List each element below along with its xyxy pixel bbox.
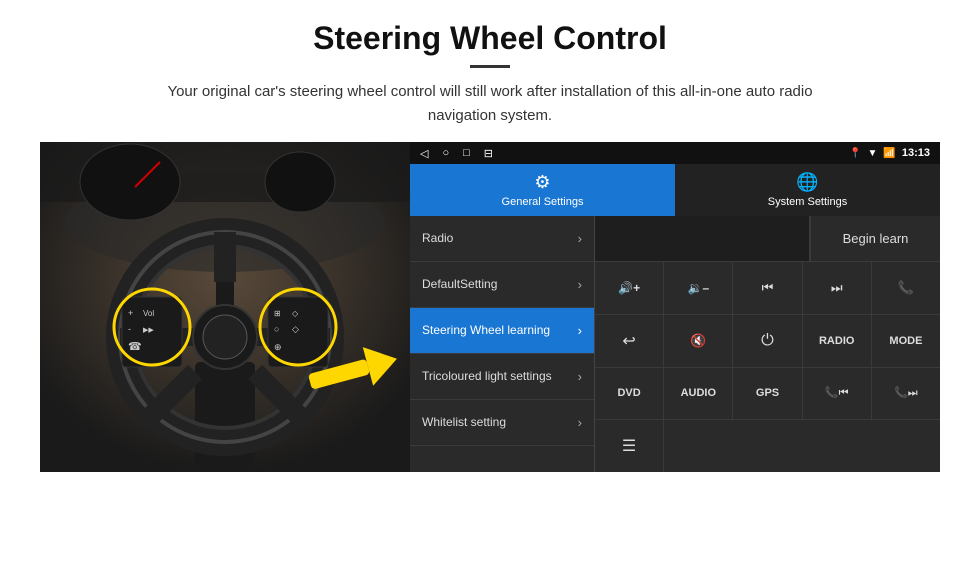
radio-mode-button[interactable]: RADIO — [803, 315, 872, 367]
radio-input-area — [595, 216, 810, 261]
tab-general-label: General Settings — [502, 196, 584, 208]
tel-prev-icon: 📞⏮ — [825, 386, 849, 400]
phone-icon: 📞 — [898, 280, 914, 296]
button-grid: 🔊+ 🔉– ⏮ ⏭ 📞 — [595, 262, 940, 472]
arrow-icon: › — [578, 231, 582, 246]
answer-button[interactable]: ↩ — [595, 315, 664, 367]
menu-item-steering[interactable]: Steering Wheel learning › — [410, 308, 594, 354]
svg-text:+: + — [128, 308, 133, 318]
vol-down-icon: 🔉– — [687, 281, 709, 295]
next-track-button[interactable]: ⏭ — [803, 262, 872, 314]
vol-up-button[interactable]: 🔊+ — [595, 262, 664, 314]
back-icon[interactable]: ◁ — [420, 147, 428, 160]
empty-4 — [871, 420, 940, 472]
arrow-icon: › — [578, 277, 582, 292]
arrow-icon: › — [578, 415, 582, 430]
vol-down-button[interactable]: 🔉– — [664, 262, 733, 314]
svg-text:Vol: Vol — [143, 309, 154, 318]
svg-text:◇: ◇ — [292, 309, 299, 318]
gps-label: GPS — [756, 387, 779, 399]
empty-1 — [664, 420, 733, 472]
mute-button[interactable]: 🔇 — [664, 315, 733, 367]
prev-track-icon: ⏮ — [762, 280, 774, 296]
tel-next-button[interactable]: 📞⏭ — [872, 368, 940, 420]
audio-label: AUDIO — [681, 387, 716, 399]
menu-icon[interactable]: ⊟ — [484, 147, 493, 160]
svg-text:⊞: ⊞ — [274, 309, 281, 318]
head-unit: ◁ ○ □ ⊟ 📍 ▼ 📶 13:13 ⚙ General Settings — [410, 142, 940, 472]
page-title: Steering Wheel Control — [40, 20, 940, 57]
answer-icon: ↩ — [622, 331, 635, 351]
wifi-icon: 📶 — [883, 148, 895, 159]
audio-button[interactable]: AUDIO — [664, 368, 733, 420]
menu-content: Radio › DefaultSetting › Steering Wheel … — [410, 216, 940, 472]
gps-button[interactable]: GPS — [733, 368, 802, 420]
tab-general[interactable]: ⚙ General Settings — [410, 164, 675, 216]
tab-system[interactable]: 🌐 System Settings — [675, 164, 940, 216]
signal-icon: ▼ — [868, 148, 878, 159]
location-icon: 📍 — [849, 148, 861, 159]
arrow-icon: › — [578, 369, 582, 384]
svg-text:▶▶: ▶▶ — [143, 327, 154, 334]
menu-list: Radio › DefaultSetting › Steering Wheel … — [410, 216, 595, 472]
begin-learn-button[interactable]: Begin learn — [810, 216, 940, 261]
power-icon: ⏻ — [761, 332, 774, 350]
globe-icon: 🌐 — [796, 172, 818, 193]
power-button[interactable]: ⏻ — [733, 315, 802, 367]
dvd-label: DVD — [617, 387, 640, 399]
phone-button[interactable]: 📞 — [872, 262, 940, 314]
menu-steering-label: Steering Wheel learning — [422, 323, 578, 339]
btn-row-4: ☰ — [595, 420, 940, 472]
menu-default-label: DefaultSetting — [422, 277, 578, 293]
menu-item-default[interactable]: DefaultSetting › — [410, 262, 594, 308]
title-divider — [470, 65, 510, 68]
title-section: Steering Wheel Control Your original car… — [40, 20, 940, 128]
tel-prev-button[interactable]: 📞⏮ — [803, 368, 872, 420]
tab-system-label: System Settings — [768, 196, 847, 208]
status-bar: ◁ ○ □ ⊟ 📍 ▼ 📶 13:13 — [410, 142, 940, 164]
btn-row-3: DVD AUDIO GPS 📞⏮ — [595, 368, 940, 421]
next-track-icon: ⏭ — [831, 280, 843, 296]
tel-next-icon: 📞⏭ — [894, 386, 918, 400]
page-container: Steering Wheel Control Your original car… — [0, 0, 980, 482]
status-time: 13:13 — [902, 147, 930, 159]
empty-3 — [802, 420, 871, 472]
radio-row: Begin learn — [595, 216, 940, 262]
nav-icons: ◁ ○ □ ⊟ — [420, 147, 493, 160]
mute-icon: 🔇 — [690, 333, 706, 349]
empty-2 — [733, 420, 802, 472]
home-icon[interactable]: ○ — [442, 147, 449, 159]
mode-label: MODE — [889, 335, 922, 347]
menu-whitelist-label: Whitelist setting — [422, 415, 578, 431]
svg-text:◇: ◇ — [292, 324, 299, 334]
prev-track-button[interactable]: ⏮ — [733, 262, 802, 314]
tab-bar: ⚙ General Settings 🌐 System Settings — [410, 164, 940, 216]
menu-item-tricolour[interactable]: Tricoloured light settings › — [410, 354, 594, 400]
svg-text:⊕: ⊕ — [274, 342, 282, 352]
dvd-button[interactable]: DVD — [595, 368, 664, 420]
menu-item-whitelist[interactable]: Whitelist setting › — [410, 400, 594, 446]
menu-radio-label: Radio — [422, 231, 578, 247]
control-panel: Begin learn 🔊+ 🔉– — [595, 216, 940, 472]
list-button[interactable]: ☰ — [595, 420, 664, 472]
status-icons: 📍 ▼ 📶 13:13 — [849, 147, 930, 159]
recent-icon[interactable]: □ — [463, 147, 470, 159]
btn-row-2: ↩ 🔇 ⏻ RADIO MOD — [595, 315, 940, 368]
menu-item-radio[interactable]: Radio › — [410, 216, 594, 262]
list-icon: ☰ — [622, 436, 636, 456]
mode-button[interactable]: MODE — [872, 315, 940, 367]
arrow-icon: › — [578, 323, 582, 338]
svg-text:-: - — [128, 324, 131, 334]
btn-row-1: 🔊+ 🔉– ⏮ ⏭ 📞 — [595, 262, 940, 315]
content-row: + - Vol ☎ ▶▶ ⊞ ◇ ○ ◇ ⊕ — [40, 142, 940, 472]
svg-text:☎: ☎ — [128, 341, 142, 353]
menu-tricolour-label: Tricoloured light settings — [422, 369, 578, 385]
radio-label: RADIO — [819, 335, 854, 347]
steering-photo: + - Vol ☎ ▶▶ ⊞ ◇ ○ ◇ ⊕ — [40, 142, 410, 472]
vol-up-icon: 🔊+ — [618, 281, 640, 295]
svg-text:○: ○ — [274, 324, 279, 334]
subtitle: Your original car's steering wheel contr… — [140, 80, 840, 128]
gear-icon: ⚙ — [534, 172, 550, 193]
